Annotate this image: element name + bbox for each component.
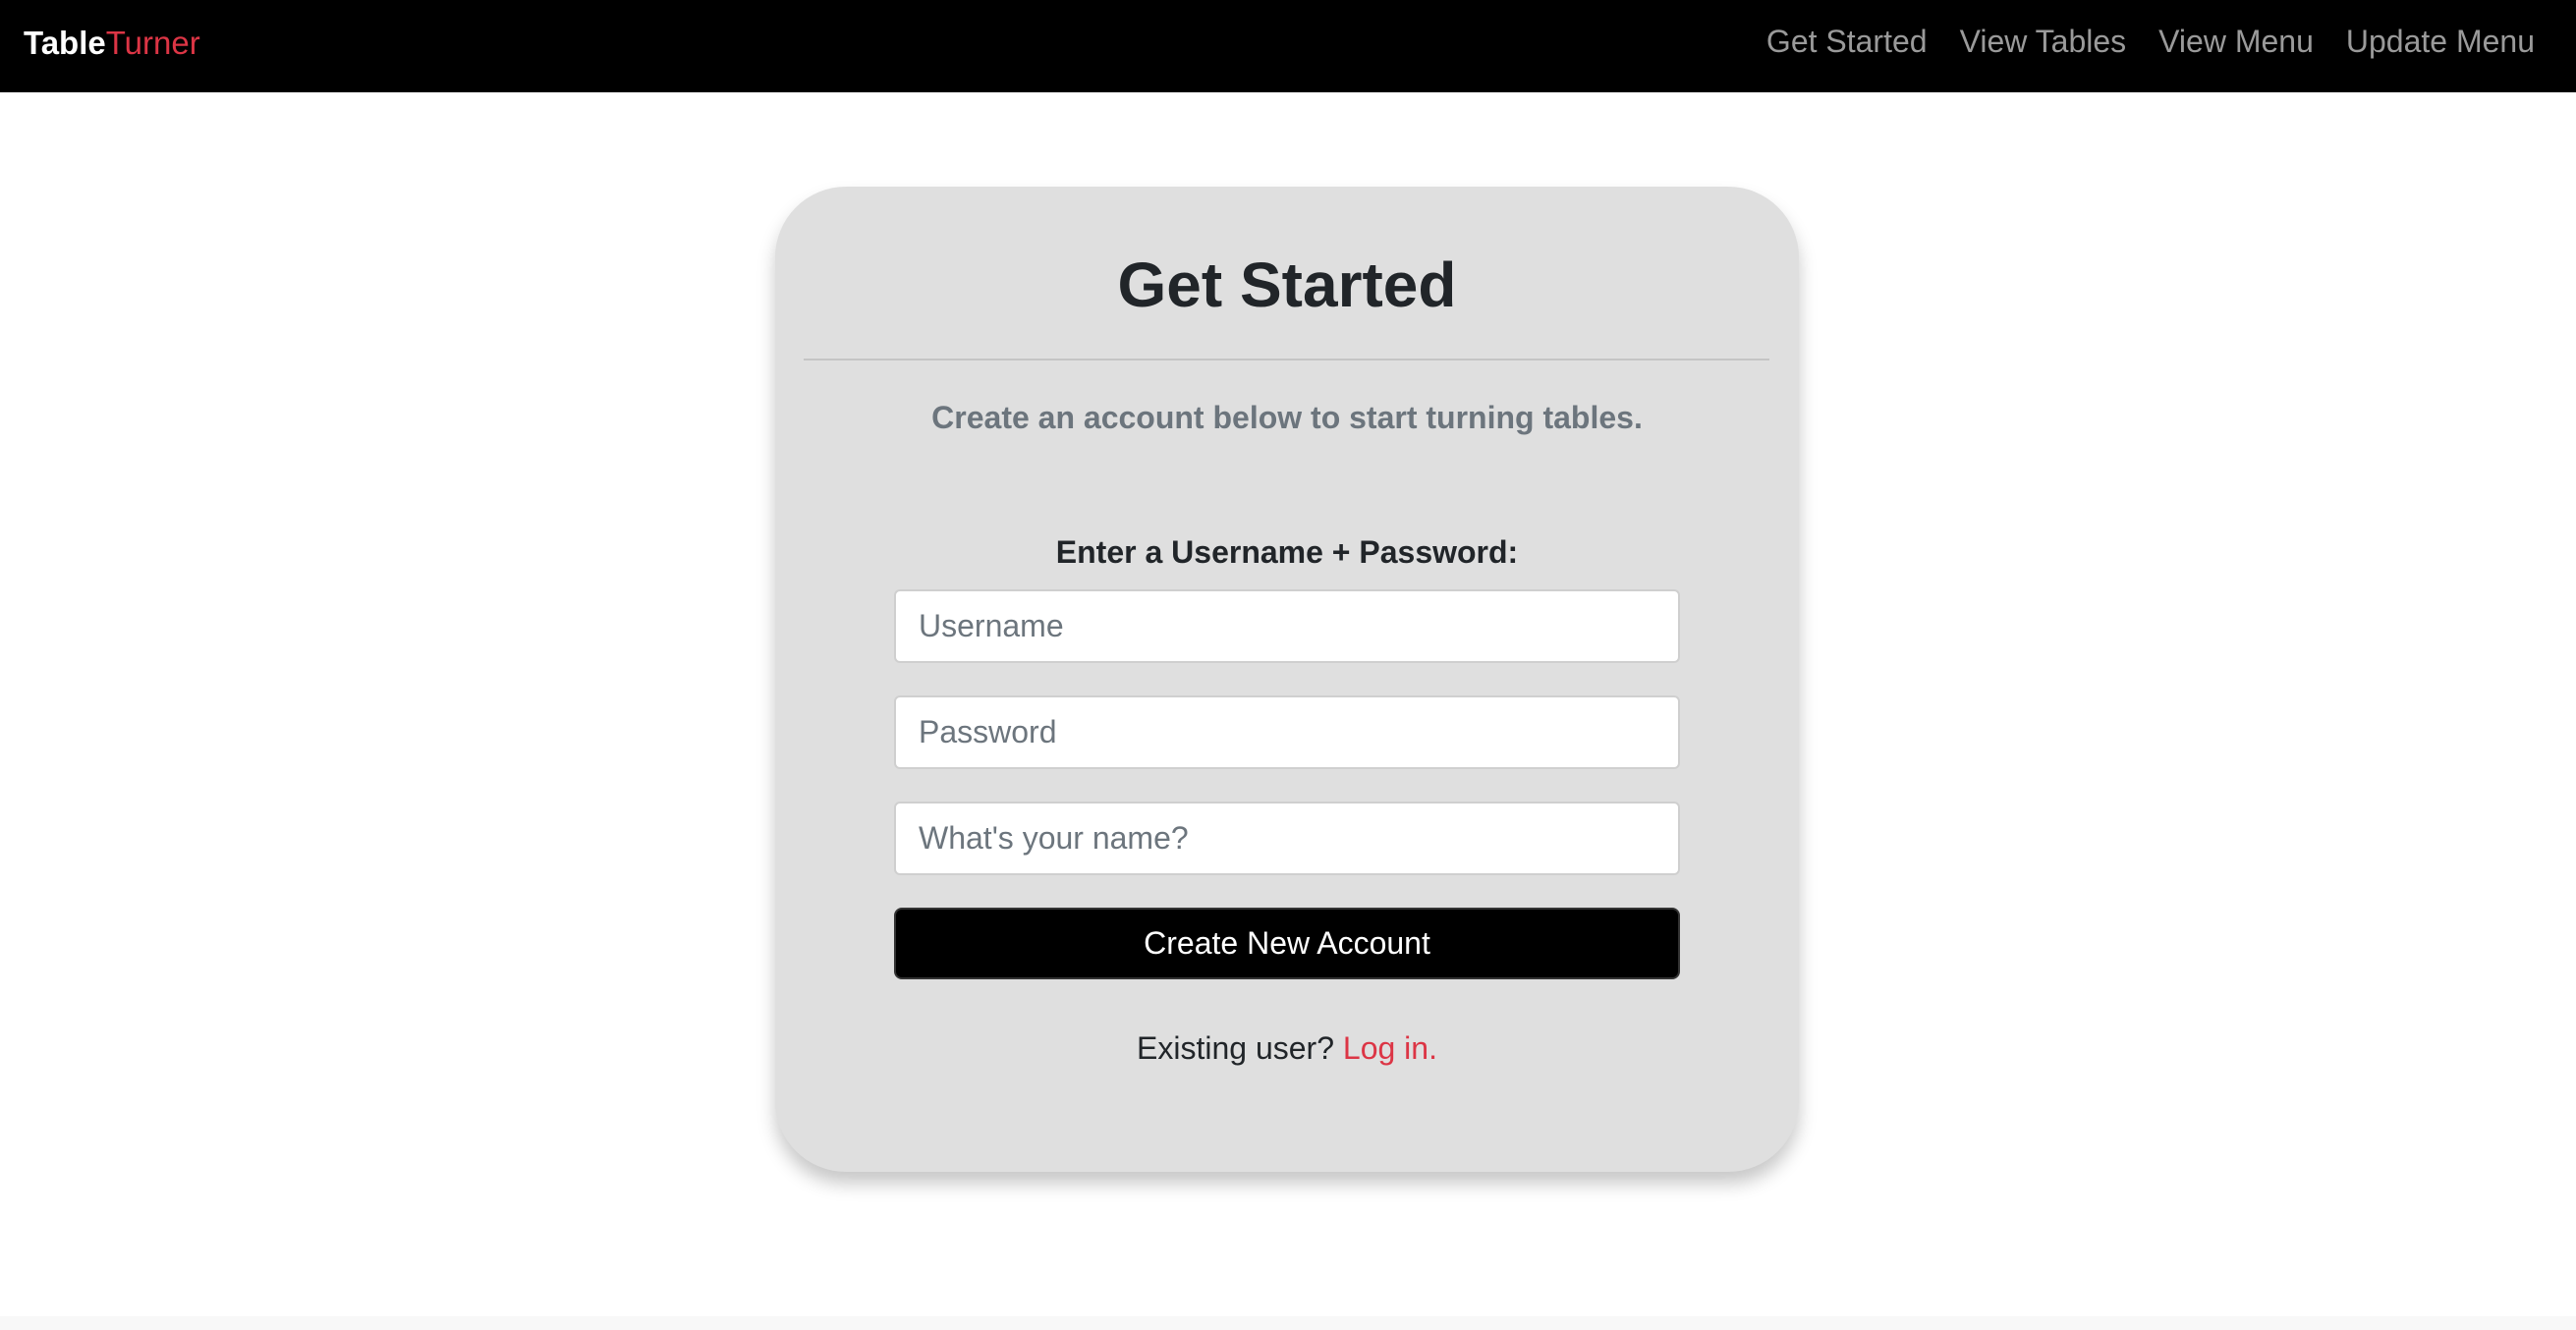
existing-user-line: Existing user? Log in. bbox=[775, 1026, 1799, 1070]
existing-user-text: Existing user? bbox=[1137, 1030, 1334, 1066]
nav-link-view-tables[interactable]: View Tables bbox=[1960, 20, 2127, 63]
page-title: Get Started bbox=[1117, 249, 1457, 320]
brand-logo[interactable]: TableTurner bbox=[24, 22, 200, 65]
nav-link-update-menu[interactable]: Update Menu bbox=[2346, 20, 2535, 63]
display-name-input[interactable] bbox=[894, 802, 1680, 875]
create-account-button[interactable]: Create New Account bbox=[894, 908, 1680, 979]
brand-name-part2: Turner bbox=[105, 25, 200, 61]
password-input[interactable] bbox=[894, 695, 1680, 769]
nav-link-view-menu[interactable]: View Menu bbox=[2158, 20, 2314, 63]
login-link[interactable]: Log in. bbox=[1343, 1030, 1437, 1066]
nav-links: Get Started View Tables View Menu Update… bbox=[1766, 20, 2535, 63]
signup-card: Get Started Create an account below to s… bbox=[775, 187, 1799, 1172]
title-divider bbox=[804, 359, 1769, 360]
page-footer-strip bbox=[0, 1316, 2576, 1330]
brand-name-part1: Table bbox=[24, 25, 106, 61]
top-navbar: TableTurner Get Started View Tables View… bbox=[0, 0, 2576, 92]
card-subtitle: Create an account below to start turning… bbox=[931, 400, 1643, 435]
username-input[interactable] bbox=[894, 589, 1680, 663]
form-label: Enter a Username + Password: bbox=[1055, 534, 1519, 570]
nav-link-get-started[interactable]: Get Started bbox=[1766, 20, 1928, 63]
